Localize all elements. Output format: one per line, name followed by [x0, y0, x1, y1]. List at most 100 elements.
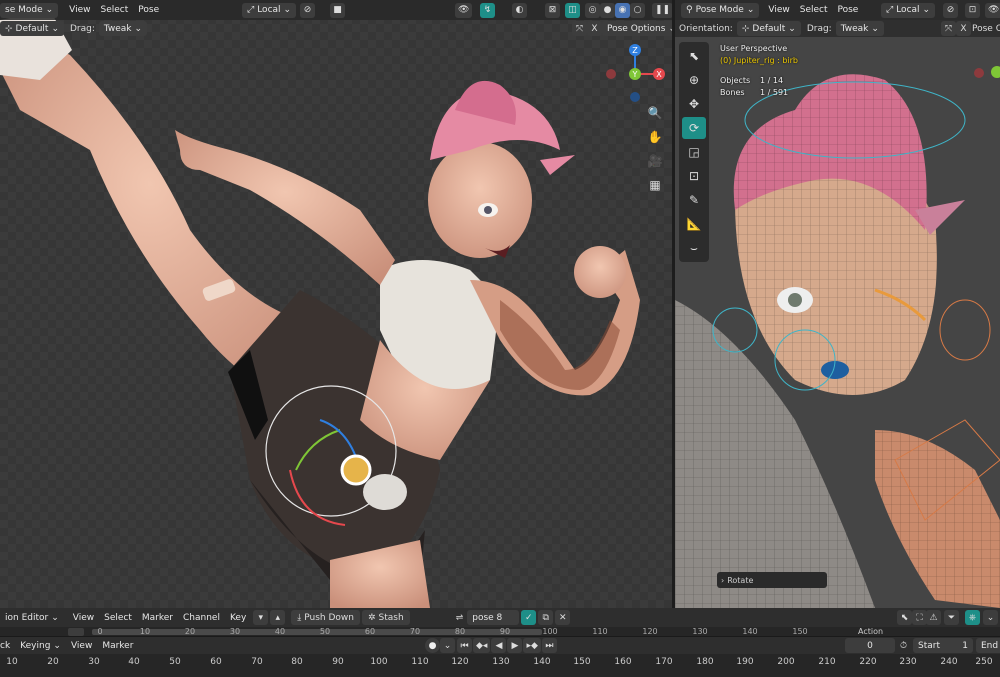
mode-dropdown-right[interactable]: ⚲ Pose Mode ⌄ [681, 2, 760, 18]
start-frame-field[interactable]: Start 1 [913, 638, 973, 653]
prev-keyframe-icon[interactable]: ◆◂ [473, 638, 491, 653]
pan-hand-icon[interactable]: ✋ [644, 126, 666, 148]
overlay-icon[interactable]: ◐ [512, 2, 527, 18]
stash-label: Stash [378, 612, 404, 623]
fake-user-icon[interactable]: ✓ [521, 610, 537, 625]
transform-options-icon[interactable]: ⤧ [572, 21, 587, 36]
transform-pivot-dropdown[interactable]: ⤢ Local ⌄ [242, 2, 297, 18]
snap-icon[interactable]: ⊘ [300, 2, 315, 18]
menu-pose-right[interactable]: Pose [833, 5, 864, 15]
push-down-button[interactable]: ⤓ Push Down [291, 610, 360, 625]
mode-label: se Mode [5, 5, 43, 15]
orientation-dropdown-right[interactable]: ⊹ Default ⌄ [736, 21, 801, 36]
timeline-menu-view[interactable]: View [66, 641, 97, 651]
zoom-icon[interactable]: 🔍 [644, 102, 666, 124]
xray-icon[interactable]: ⊠ [545, 2, 560, 18]
menu-select-right[interactable]: Select [795, 5, 833, 15]
bones-count: 1 / 591 [760, 88, 789, 97]
proportional-icon[interactable]: ■ [330, 2, 345, 18]
shading-wireframe-icon[interactable]: ◎ [585, 2, 600, 18]
scale-tool-icon[interactable]: ◲ [682, 141, 706, 163]
next-keyframe-icon[interactable]: ▸◆ [523, 638, 541, 653]
select-tool-icon[interactable]: ⬉ [682, 45, 706, 67]
gizmo-toggle-icon[interactable]: ↯ [480, 2, 495, 18]
current-frame-field[interactable]: 0 [845, 638, 895, 653]
transform-tool-icon[interactable]: ⊡ [682, 165, 706, 187]
pause-icon[interactable]: ❚❚ [652, 2, 672, 18]
snap-options-icon[interactable]: ⌄ [983, 610, 998, 625]
pose-options-label-right[interactable]: Pose Op [972, 24, 1000, 34]
shading-solid-icon[interactable]: ● [600, 2, 615, 18]
perspective-grid-icon[interactable]: ▦ [644, 174, 666, 196]
move-tool-icon[interactable]: ✥ [682, 93, 706, 115]
visibility-icon-right[interactable]: 👁 [985, 2, 1000, 18]
xray-active-icon[interactable]: ◫ [565, 2, 580, 18]
layer-up-icon[interactable]: ▴ [270, 610, 286, 625]
timeline-tick: 250 [975, 657, 993, 667]
play-reverse-icon[interactable]: ◀ [491, 638, 507, 653]
duplicate-action-icon[interactable]: ⧉ [538, 610, 554, 625]
transform-options-icon-right[interactable]: ⤧ [941, 21, 956, 36]
mode-dropdown[interactable]: se Mode ⌄ [0, 2, 59, 18]
annotate-tool-icon[interactable]: ✎ [682, 189, 706, 211]
unlink-action-icon[interactable]: ✕ [555, 610, 571, 625]
nav-gizmo-green-dot[interactable] [991, 66, 1000, 78]
action-range-bar [92, 629, 542, 635]
x-mirror-icon[interactable]: X [587, 21, 602, 36]
editor-type-dropdown[interactable]: ion Editor ⌄ [0, 610, 64, 625]
timeline-keying-dropdown[interactable]: Keying ⌄ [15, 638, 66, 653]
timeline-menu-marker[interactable]: Marker [97, 641, 138, 651]
record-icon[interactable]: ● [425, 638, 440, 653]
menu-select[interactable]: Select [96, 5, 134, 15]
menu-view[interactable]: View [64, 5, 95, 15]
x-mirror-icon-right[interactable]: X [956, 21, 971, 36]
shading-material-icon[interactable]: ◉ [615, 2, 630, 18]
action-menu-channel[interactable]: Channel [178, 613, 225, 623]
action-menu-view[interactable]: View [68, 613, 99, 623]
action-menu-key[interactable]: Key [225, 613, 251, 623]
filter-icon[interactable]: ⏷ [944, 610, 959, 625]
stash-button[interactable]: ✲ Stash [362, 610, 410, 625]
menu-pose[interactable]: Pose [133, 5, 164, 15]
chevron-down-icon: ⌄ [51, 612, 59, 623]
visibility-icon[interactable]: 👁 [455, 2, 473, 18]
drag-dropdown-right[interactable]: Tweak ⌄ [835, 21, 884, 36]
jump-end-icon[interactable]: ⏭ [541, 638, 557, 653]
shading-rendered-icon[interactable]: ○ [630, 2, 645, 18]
timeline-menu-playback[interactable]: ck [0, 641, 15, 651]
rotate-tool-icon[interactable]: ⟳ [682, 117, 706, 139]
pose-options-dropdown[interactable]: Pose Options⌄ [602, 21, 672, 36]
snap-icon-right[interactable]: ⊘ [943, 2, 958, 18]
layer-down-icon[interactable]: ▾ [253, 610, 269, 625]
action-channel-label: Action [858, 627, 884, 636]
transform-pivot-dropdown-right[interactable]: ⤢ Local ⌄ [881, 2, 936, 18]
left-viewport[interactable]: se Mode ⌄ View Select Pose ⤢ Local ⌄ ⊘ ■ 👁 … [0, 0, 672, 608]
pointer-icon[interactable]: ⬉ [897, 610, 912, 625]
action-menu-marker[interactable]: Marker [137, 613, 178, 623]
nav-gizmo-red-dot[interactable] [974, 68, 984, 78]
jump-start-icon[interactable]: ⏮ [457, 638, 472, 653]
camera-view-icon[interactable]: 🎥 [644, 150, 666, 172]
action-name-field[interactable]: pose 8 [467, 610, 520, 625]
keyframe-options-icon[interactable]: ⌄ [440, 638, 455, 653]
mask-icon[interactable]: ⛶ [912, 610, 927, 625]
timeline-ruler[interactable]: 10 20 30 40 50 60 70 80 90 100 110 120 1… [0, 654, 1000, 677]
measure-tool-icon[interactable]: 📐 [682, 213, 706, 235]
editor-name: ion Editor [5, 612, 49, 623]
right-viewport[interactable]: ⚲ Pose Mode ⌄ View Select Pose ⤢ Local ⌄ ⊘ ⊡… [675, 0, 1000, 608]
warning-icon[interactable]: ⚠ [926, 610, 941, 625]
last-operator-panel[interactable]: › Rotate [717, 572, 827, 588]
action-menu-select[interactable]: Select [99, 613, 137, 623]
snap-toggle-icon[interactable]: ⎈ [965, 610, 980, 625]
menu-view-right[interactable]: View [763, 5, 794, 15]
play-icon[interactable]: ▶ [507, 638, 523, 653]
proportional-icon-right[interactable]: ⊡ [965, 2, 980, 18]
action-browse-icon[interactable]: ⇌ [456, 613, 464, 623]
action-editor-ruler[interactable]: 0 10 20 30 40 50 60 70 80 90 100 110 120… [0, 627, 1000, 637]
end-frame-field[interactable]: End [976, 638, 1000, 653]
relax-pose-tool-icon[interactable]: ⌣ [682, 237, 706, 259]
navigation-gizmo[interactable]: Z X Y [605, 42, 665, 106]
drag-dropdown[interactable]: Tweak ⌄ [98, 21, 148, 36]
orientation-dropdown[interactable]: ⊹ Default ⌄ [0, 21, 64, 36]
cursor-tool-icon[interactable]: ⊕ [682, 69, 706, 91]
